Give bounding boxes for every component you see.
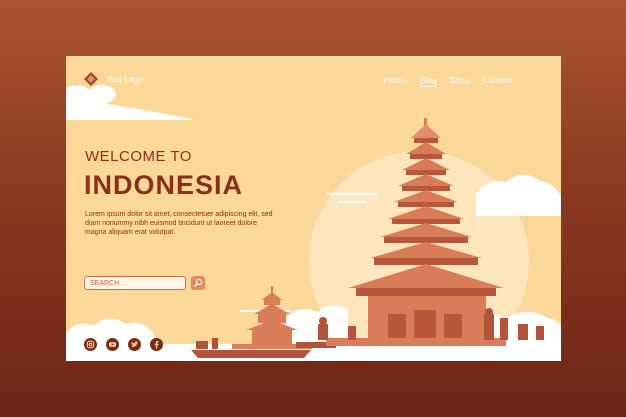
youtube-icon[interactable] [106,338,119,351]
cloud-top-left [66,84,196,120]
page-title: INDONESIA [84,170,244,200]
search-button[interactable] [191,276,205,290]
nav-home[interactable]: Home [384,75,407,87]
search-icon [194,278,203,288]
brand-logo[interactable]: Your Logo [84,72,142,86]
twitter-icon[interactable] [128,338,141,351]
search-input[interactable] [84,276,186,290]
landing-page-card: Your Logo Home Blog Shop Contact WELCOME… [66,56,561,361]
hero-description: Lorem ipsum dolor sit amet, consectetuer… [85,211,273,236]
logo-label: Your Logo [106,74,143,84]
instagram-icon[interactable] [84,338,97,351]
nav-contact[interactable]: Contact [483,75,512,87]
main-nav: Home Blog Shop Contact [384,75,512,87]
welcome-text: WELCOME TO [85,148,192,165]
facebook-icon[interactable] [150,338,163,351]
nav-blog[interactable]: Blog [419,75,437,87]
nav-shop[interactable]: Shop [450,75,470,87]
background-scene [66,84,561,361]
search-bar [84,276,205,290]
social-links [84,338,163,351]
diamond-logo-icon [84,72,98,86]
